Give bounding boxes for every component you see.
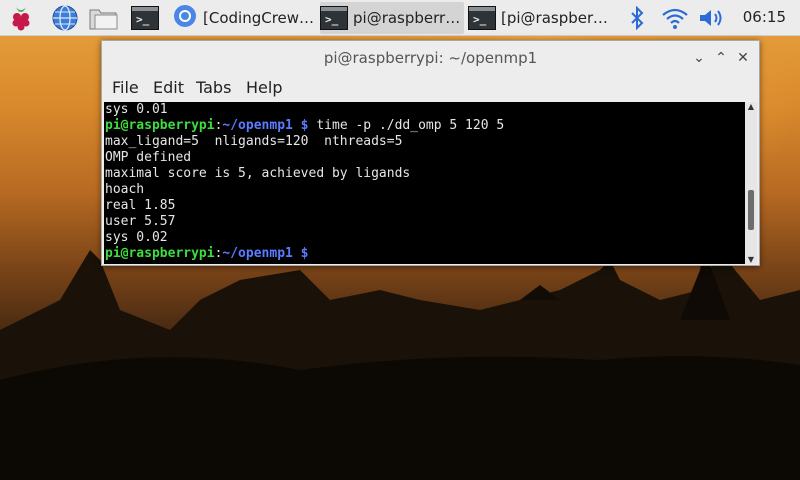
volume-icon[interactable] bbox=[696, 3, 726, 33]
terminal-output-line: max_ligand=5 nligands=120 nthreads=5 bbox=[105, 134, 403, 149]
chromium-icon bbox=[172, 3, 198, 33]
terminal-output-line: maximal score is 5, achieved by ligands bbox=[105, 166, 411, 181]
command-text: time -p ./dd_omp 5 120 5 bbox=[308, 118, 505, 133]
close-button[interactable]: ✕ bbox=[733, 48, 753, 68]
terminal-window: pi@raspberrypi: ~/openmp1 ⌄ ⌃ ✕ File Edi… bbox=[101, 40, 760, 266]
terminal-output-line: OMP defined bbox=[105, 150, 192, 165]
terminal-prompt-line: pi@raspberrypi:~/openmp1 $ bbox=[104, 246, 745, 262]
prompt-path: ~/openmp1 bbox=[222, 246, 293, 261]
menu-tabs[interactable]: Tabs bbox=[196, 78, 231, 97]
task-chromium[interactable]: [CodingCrew3… bbox=[172, 2, 318, 34]
clock[interactable]: 06:15 bbox=[743, 8, 786, 26]
task-terminal[interactable]: >_ [pi@raspberryp… bbox=[468, 2, 614, 34]
prompt-user-host: pi@raspberrypi bbox=[105, 118, 215, 133]
menu-edit[interactable]: Edit bbox=[153, 78, 184, 97]
terminal-output-line: real 1.85 bbox=[105, 198, 176, 213]
task-label: [pi@raspberryp… bbox=[501, 9, 614, 27]
raspberry-menu-icon[interactable] bbox=[6, 3, 36, 33]
scroll-down-icon[interactable]: ▼ bbox=[745, 255, 757, 264]
terminal-scrollbar[interactable]: ▲ ▼ bbox=[745, 102, 757, 264]
terminal-output-line: sys 0.01 bbox=[105, 102, 168, 117]
window-title: pi@raspberrypi: ~/openmp1 bbox=[323, 49, 538, 67]
terminal-output[interactable]: sys 0.01 pi@raspberrypi:~/openmp1 $ time … bbox=[104, 102, 745, 264]
terminal-icon: >_ bbox=[320, 6, 348, 30]
web-browser-icon[interactable] bbox=[50, 3, 80, 33]
scroll-up-icon[interactable]: ▲ bbox=[745, 102, 757, 111]
terminal-prompt-line: pi@raspberrypi:~/openmp1 $ time -p ./dd_… bbox=[104, 118, 745, 134]
task-terminal-active[interactable]: >_ pi@raspberry… bbox=[320, 2, 464, 34]
scroll-thumb[interactable] bbox=[748, 190, 754, 230]
task-label: pi@raspberry… bbox=[353, 9, 464, 27]
terminal-output-line: hoach bbox=[105, 182, 145, 197]
prompt-path: ~/openmp1 bbox=[222, 118, 293, 133]
terminal-icon: >_ bbox=[468, 6, 496, 30]
prompt-dollar: $ bbox=[292, 118, 309, 133]
file-manager-icon[interactable] bbox=[88, 3, 118, 33]
wifi-icon[interactable] bbox=[660, 3, 690, 33]
window-titlebar[interactable]: pi@raspberrypi: ~/openmp1 ⌄ ⌃ ✕ bbox=[102, 41, 759, 75]
taskbar: >_ [CodingCrew3… >_ pi@raspberry… >_ [pi… bbox=[0, 0, 800, 36]
menu-file[interactable]: File bbox=[112, 78, 139, 97]
bluetooth-icon[interactable] bbox=[622, 3, 652, 33]
prompt-user-host: pi@raspberrypi bbox=[105, 246, 215, 261]
menu-bar: File Edit Tabs Help bbox=[102, 75, 759, 101]
prompt-dollar: $ bbox=[292, 246, 309, 261]
menu-help[interactable]: Help bbox=[246, 78, 282, 97]
terminal-launcher-icon[interactable]: >_ bbox=[130, 3, 160, 33]
minimize-button[interactable]: ⌄ bbox=[689, 48, 709, 68]
terminal-output-line: user 5.57 bbox=[105, 214, 176, 229]
maximize-button[interactable]: ⌃ bbox=[711, 48, 731, 68]
task-label: [CodingCrew3… bbox=[203, 9, 318, 27]
terminal-output-line: sys 0.02 bbox=[105, 230, 168, 245]
